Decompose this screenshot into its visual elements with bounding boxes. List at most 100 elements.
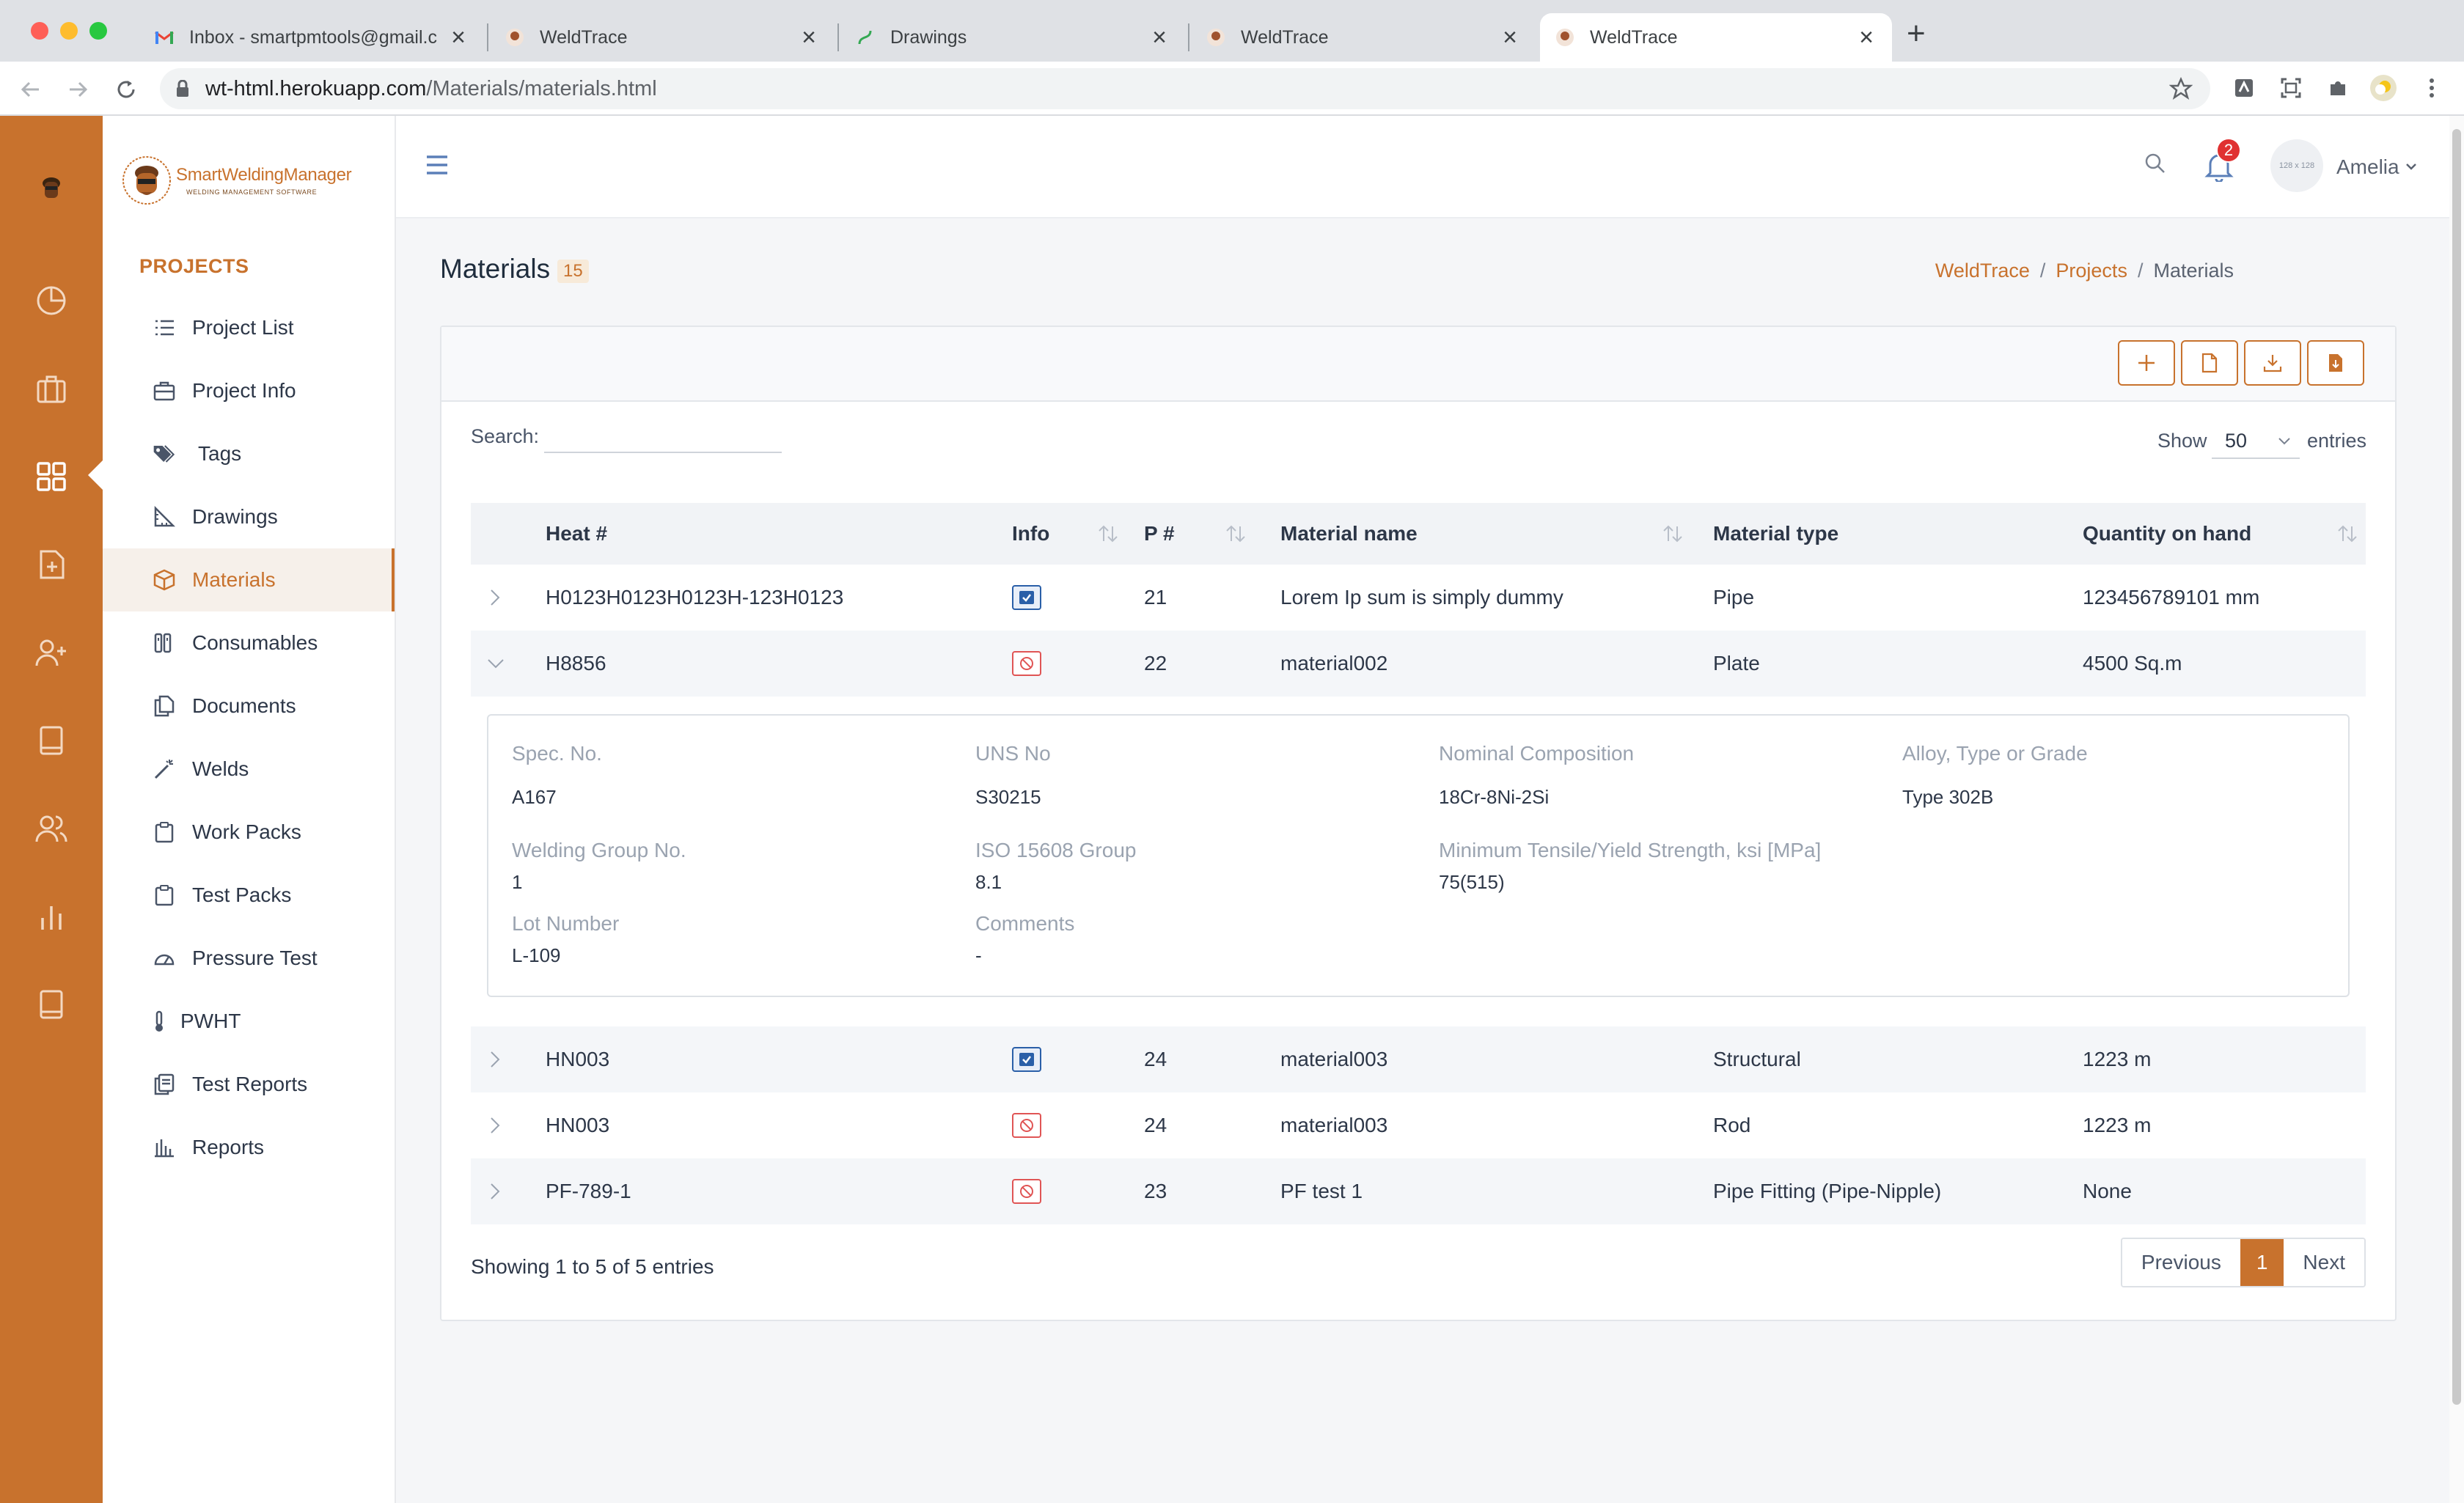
sort-icon[interactable] (1662, 523, 1684, 544)
bookmark-star-icon[interactable] (2169, 77, 2193, 100)
expand-cell[interactable] (471, 565, 546, 631)
extension-icon[interactable] (2229, 73, 2259, 103)
column-header-material-name[interactable]: Material name (1280, 503, 1713, 565)
profile-icon[interactable] (2369, 73, 2398, 103)
sort-icon[interactable] (1225, 523, 1247, 544)
browser-tab-active[interactable]: WeldTrace × (1540, 13, 1892, 62)
sidebar-item-documents[interactable]: Documents (103, 675, 395, 738)
sidebar-item-project-info[interactable]: Project Info (103, 359, 395, 422)
breadcrumb-weldtrace[interactable]: WeldTrace (1935, 260, 2030, 282)
column-header-heat[interactable]: Heat # (546, 503, 1053, 565)
chevron-down-icon[interactable] (2405, 163, 2417, 170)
tab-close-icon[interactable]: × (447, 25, 469, 50)
ban-icon[interactable] (1012, 1113, 1041, 1138)
chevron-right-icon[interactable] (490, 589, 546, 606)
ban-icon[interactable] (1012, 1179, 1041, 1204)
browser-tab[interactable]: WeldTrace × (490, 13, 835, 62)
grid-icon[interactable] (32, 457, 70, 496)
heat-number-link[interactable]: H0123H0123H0123H-123H0123 (546, 565, 1012, 631)
table-row[interactable]: HN003 24 material003 Rod 1223 m (471, 1092, 2366, 1158)
app-logo[interactable]: SmartWeldingManager WELDING MANAGEMENT S… (122, 155, 352, 205)
tab-close-icon[interactable]: × (1499, 25, 1521, 50)
add-material-button[interactable] (2118, 340, 2175, 386)
sidebar-item-pressure-test[interactable]: Pressure Test (103, 927, 395, 990)
sidebar-item-test-reports[interactable]: Test Reports (103, 1053, 395, 1116)
file-plus-icon[interactable] (32, 545, 70, 584)
pagination-previous-button[interactable]: Previous (2122, 1239, 2240, 1286)
hamburger-menu-icon[interactable] (425, 154, 449, 176)
search-input[interactable] (544, 418, 782, 453)
sort-icon[interactable] (2336, 523, 2358, 544)
user-name[interactable]: Amelia (2336, 155, 2399, 179)
browser-tab[interactable]: Drawings × (840, 13, 1185, 62)
window-maximize-button[interactable] (89, 22, 107, 40)
chevron-down-icon[interactable] (487, 658, 546, 669)
sort-icon[interactable] (1097, 523, 1119, 544)
window-close-button[interactable] (31, 22, 48, 40)
sidebar-item-reports[interactable]: Reports (103, 1116, 395, 1179)
new-tab-button[interactable]: + (1907, 18, 1926, 50)
heat-number-link[interactable]: HN003 (546, 1092, 1012, 1158)
sidebar-item-test-packs[interactable]: Test Packs (103, 864, 395, 927)
puzzle-icon[interactable] (2323, 73, 2353, 103)
pagination-page-button[interactable]: 1 (2240, 1239, 2284, 1286)
sidebar-item-welds[interactable]: Welds (103, 738, 395, 801)
window-minimize-button[interactable] (60, 22, 78, 40)
expand-cell[interactable] (471, 1026, 546, 1092)
chevron-right-icon[interactable] (490, 1117, 546, 1134)
users-icon[interactable] (32, 809, 70, 848)
avatar-logo-icon[interactable] (32, 169, 70, 207)
tab-close-icon[interactable]: × (798, 25, 820, 50)
download-button[interactable] (2244, 340, 2301, 386)
pagination-next-button[interactable]: Next (2284, 1239, 2364, 1286)
address-bar[interactable]: wt-html.herokuapp.com/Materials/material… (160, 68, 2210, 109)
reload-button[interactable] (111, 75, 141, 104)
page-scrollbar-thumb[interactable] (2452, 129, 2461, 1405)
pie-chart-icon[interactable] (32, 282, 70, 320)
expand-cell[interactable] (471, 1092, 546, 1158)
check-square-icon[interactable] (1012, 1047, 1041, 1072)
column-header-info[interactable]: Info (1012, 503, 1144, 565)
check-square-icon[interactable] (1012, 585, 1041, 610)
book-icon[interactable] (32, 985, 70, 1024)
expand-cell[interactable] (471, 1158, 546, 1224)
browser-tab[interactable]: Inbox - smartpmtools@gmail.c × (139, 13, 484, 62)
sidebar-item-consumables[interactable]: Consumables (103, 611, 395, 675)
ban-icon[interactable] (1012, 651, 1041, 676)
browser-menu-icon[interactable] (2417, 73, 2446, 103)
user-plus-icon[interactable] (32, 633, 70, 672)
expand-cell[interactable] (471, 631, 546, 697)
avatar[interactable]: 128 x 128 (2270, 139, 2323, 192)
table-row[interactable]: H0123H0123H0123H-123H0123 21 Lorem Ip su… (471, 565, 2366, 631)
column-header-quantity[interactable]: Quantity on hand (2083, 503, 2366, 565)
tab-close-icon[interactable]: × (1148, 25, 1170, 50)
sidebar-item-tags[interactable]: Tags (103, 422, 395, 485)
sidebar-item-drawings[interactable]: Drawings (103, 485, 395, 548)
chevron-right-icon[interactable] (490, 1051, 546, 1068)
forward-button[interactable] (63, 75, 92, 104)
browser-tab[interactable]: WeldTrace × (1191, 13, 1536, 62)
heat-number-link[interactable]: HN003 (546, 1026, 1012, 1092)
heat-number-link[interactable]: H8856 (546, 631, 1012, 697)
column-header-p[interactable]: P # (1144, 503, 1280, 565)
table-row-expanded[interactable]: H8856 22 material002 Plate 4500 Sq.m (471, 631, 2366, 697)
back-button[interactable] (16, 75, 45, 104)
sidebar-item-pwht[interactable]: PWHT (103, 990, 395, 1053)
column-header-material-type[interactable]: Material type (1713, 503, 2083, 565)
table-row[interactable]: HN003 24 material003 Structural 1223 m (471, 1026, 2366, 1092)
tab-close-icon[interactable]: × (1855, 25, 1877, 50)
page-size-select[interactable]: 50 (2212, 419, 2300, 459)
search-icon[interactable] (2144, 152, 2166, 174)
bar-chart-icon[interactable] (32, 897, 70, 936)
table-row[interactable]: PF-789-1 23 PF test 1 Pipe Fitting (Pipe… (471, 1158, 2366, 1224)
book-icon[interactable] (32, 721, 70, 760)
heat-number-link[interactable]: PF-789-1 (546, 1158, 1012, 1224)
breadcrumb-projects[interactable]: Projects (2056, 260, 2127, 282)
chevron-right-icon[interactable] (490, 1183, 546, 1200)
sidebar-item-work-packs[interactable]: Work Packs (103, 801, 395, 864)
building-icon[interactable] (32, 370, 70, 408)
sidebar-item-materials[interactable]: Materials (103, 548, 395, 611)
export-pdf-button[interactable] (2307, 340, 2364, 386)
sidebar-item-project-list[interactable]: Project List (103, 296, 395, 359)
new-document-button[interactable] (2181, 340, 2238, 386)
